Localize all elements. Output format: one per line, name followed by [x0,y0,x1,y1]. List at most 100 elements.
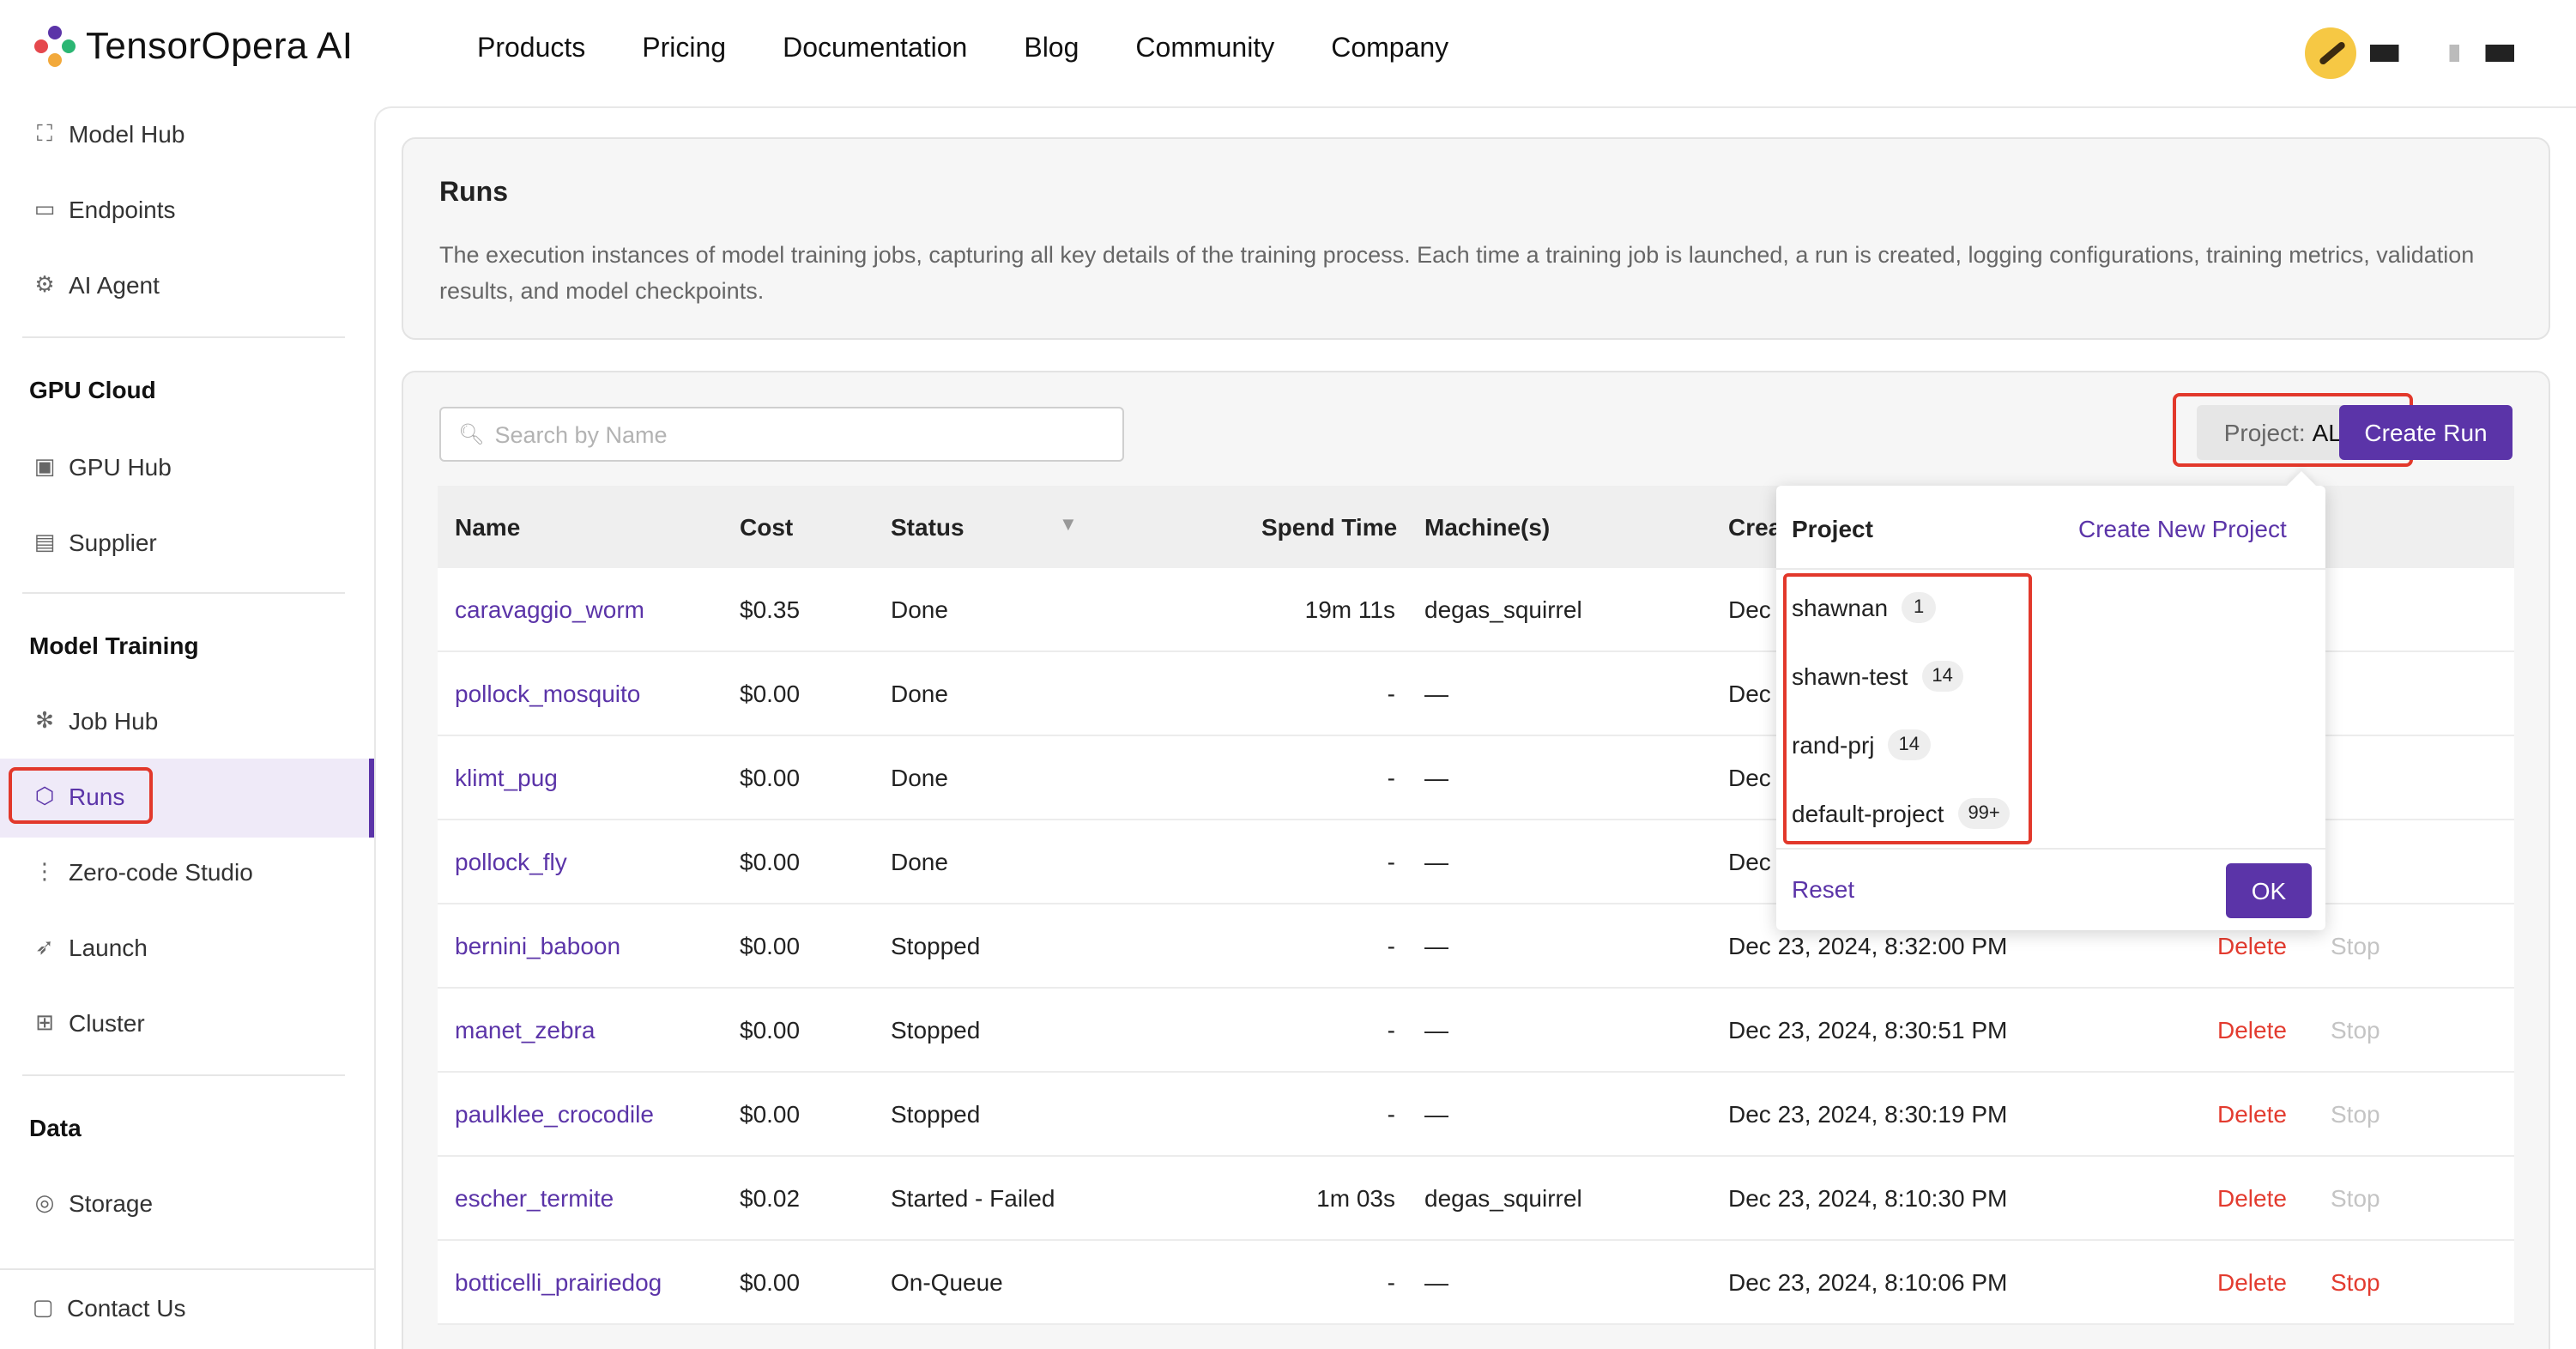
column-header-name[interactable]: Name [455,513,520,541]
stop-button[interactable]: Stop [2331,1184,2380,1212]
sidebar-item-model-hub[interactable]: ⛶ Model Hub [31,115,185,153]
run-status: Done [891,596,948,623]
column-header-status[interactable]: Status [891,513,964,541]
sidebar-item-label: Storage [69,1189,154,1217]
user-menu[interactable] [2305,27,2514,79]
project-option-shawn-test[interactable]: shawn-test 14 [1792,661,1963,692]
run-name-link[interactable]: paulklee_crocodile [455,1100,654,1128]
stop-button[interactable]: Stop [2331,1268,2380,1296]
run-name-link[interactable]: escher_termite [455,1184,614,1212]
project-option-name: rand-prj [1792,731,1875,759]
gpu-icon: ▣ [33,453,56,479]
run-name-link[interactable]: caravaggio_worm [455,596,644,623]
run-status: Started - Failed [891,1184,1055,1212]
avatar[interactable] [2305,27,2356,79]
sidebar-item-ai-agent[interactable]: ⚙ AI Agent [31,266,160,304]
run-status: Stopped [891,1016,981,1044]
delete-button[interactable]: Delete [2217,1268,2287,1296]
run-create-time: Dec 23, 2024, 8:30:19 PM [1728,1100,2008,1128]
search-box[interactable]: 🔍︎ [439,407,1124,462]
stop-button[interactable]: Stop [2331,1100,2380,1128]
stop-button[interactable]: Stop [2331,1016,2380,1044]
project-option-name: shawn-test [1792,662,1908,690]
sidebar-item-label: Zero-code Studio [69,858,253,886]
run-name-link[interactable]: bernini_baboon [455,932,620,959]
run-name-link[interactable]: pollock_fly [455,848,567,875]
reset-button[interactable]: Reset [1792,875,1854,903]
stop-button[interactable]: Stop [2331,932,2380,959]
sidebar-item-contact-us[interactable]: ▢ Contact Us [29,1289,186,1327]
nav-community[interactable]: Community [1135,34,1274,65]
count-badge: 14 [1921,661,1963,692]
sidebar-item-job-hub[interactable]: ✻ Job Hub [31,702,158,740]
table-row[interactable]: botticelli_prairiedog $0.00 On-Queue - — Dec … [438,1241,2514,1325]
table-row[interactable]: paulklee_crocodile $0.00 Stopped - — Dec 23, … [438,1073,2514,1157]
run-machines: — [1424,764,1448,791]
run-machines: — [1424,932,1448,959]
sidebar-item-label: Job Hub [69,707,159,735]
sidebar-item-label: Endpoints [69,196,176,223]
column-header-cost[interactable]: Cost [740,513,793,541]
count-badge: 1 [1902,592,1937,623]
sidebar-item-cluster[interactable]: ⊞ Cluster [31,1004,145,1042]
run-spend-time: - [1387,1016,1395,1044]
column-header-machines[interactable]: Machine(s) [1424,513,1550,541]
filter-icon[interactable]: ▼ [1059,515,1078,535]
run-name-link[interactable]: klimt_pug [455,764,558,791]
supplier-icon: ▤ [33,529,56,554]
nav-company[interactable]: Company [1331,34,1448,65]
table-row[interactable]: escher_termite $0.02 Started - Failed 1m 03… [438,1157,2514,1241]
rocket-icon: ➶ [35,934,54,959]
sidebar-item-zero-code-studio[interactable]: ⋮ Zero-code Studio [31,853,253,891]
nav-pricing[interactable]: Pricing [642,34,726,65]
search-icon: 🔍︎ [458,422,485,446]
user-name-redacted [2370,45,2514,62]
run-name-link[interactable]: botticelli_prairiedog [455,1268,662,1296]
cube-cluster-icon: ⛶ [36,120,53,146]
run-spend-time: - [1387,1100,1395,1128]
sidebar-section-data: Data [29,1114,82,1141]
project-option-rand-prj[interactable]: rand-prj 14 [1792,729,1930,760]
flow-icon: ⋮ [33,858,56,884]
run-create-time: Dec 23, 2024, 8:32:00 PM [1728,932,2008,959]
ok-button[interactable]: OK [2226,863,2312,918]
sidebar-item-launch[interactable]: ➶ Launch [31,929,148,966]
run-machines: — [1424,1016,1448,1044]
column-header-spend-time[interactable]: Spend Time [1261,513,1397,541]
search-input[interactable] [494,421,1113,447]
run-cost: $0.00 [740,764,801,791]
create-run-button[interactable]: Create Run [2339,405,2513,460]
run-spend-time: - [1387,932,1395,959]
run-name-link[interactable]: manet_zebra [455,1016,595,1044]
project-option-shawnan[interactable]: shawnan 1 [1792,592,1937,623]
run-name-link[interactable]: pollock_mosquito [455,680,640,707]
run-spend-time: 1m 03s [1316,1184,1395,1212]
nav-products[interactable]: Products [477,34,585,65]
delete-button[interactable]: Delete [2217,1100,2287,1128]
sidebar-item-gpu-hub[interactable]: ▣ GPU Hub [31,448,172,486]
delete-button[interactable]: Delete [2217,1016,2287,1044]
brand-logo[interactable]: TensorOpera AI [34,24,353,69]
nav-blog[interactable]: Blog [1024,34,1079,65]
run-cost: $0.02 [740,1184,801,1212]
dropdown-header: Project Create New Project [1776,486,2325,570]
project-option-default-project[interactable]: default-project 99+ [1792,798,2011,829]
sidebar-item-label: AI Agent [69,271,160,299]
sidebar-divider [22,1074,345,1076]
sidebar-section-gpu-cloud: GPU Cloud [29,376,156,403]
robot-icon: ⚙ [34,271,55,297]
sidebar-item-endpoints[interactable]: ▭ Endpoints [31,191,176,228]
delete-button[interactable]: Delete [2217,932,2287,959]
run-status: Done [891,764,948,791]
run-spend-time: - [1387,848,1395,875]
run-status: Done [891,680,948,707]
sidebar-item-supplier[interactable]: ▤ Supplier [31,523,157,561]
run-status: Done [891,848,948,875]
sidebar-item-storage[interactable]: ◎ Storage [31,1184,153,1222]
sidebar-item-label: Contact Us [67,1294,186,1322]
nav-documentation[interactable]: Documentation [783,34,967,65]
delete-button[interactable]: Delete [2217,1184,2287,1212]
create-new-project-link[interactable]: Create New Project [2078,515,2287,542]
table-row[interactable]: manet_zebra $0.00 Stopped - — Dec 23, 2024, 8… [438,989,2514,1073]
run-machines: — [1424,1268,1448,1296]
